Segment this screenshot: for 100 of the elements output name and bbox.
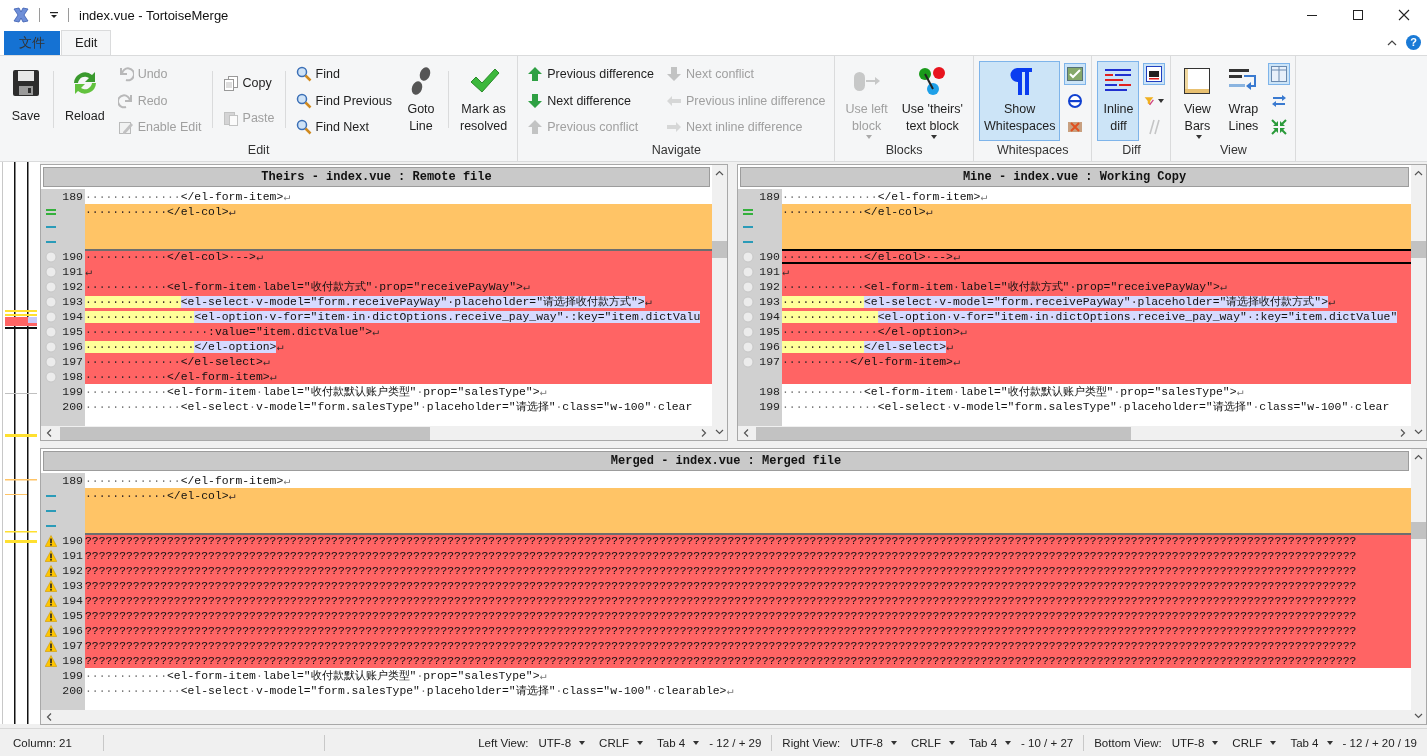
ribbon-button[interactable]: Previous difference [523,63,658,86]
pane-title: Merged - index.vue : Merged file [610,454,842,468]
app-icon[interactable] [12,6,30,24]
column-indicator: Column: 21 [12,736,73,749]
line-number: 194 [61,593,83,608]
tab-size-dropdown[interactable]: Tab 4 [653,736,704,749]
ribbon-button[interactable]: Find Previous [291,89,396,112]
pane-title: Mine - index.vue : Working Copy [962,170,1187,184]
line-number: 192 [61,279,83,294]
ribbon-button[interactable]: Find [291,63,396,86]
line-ending-dropdown[interactable]: CRLF [595,736,648,749]
ribbon-button[interactable]: Save [5,60,47,141]
ribbon-button[interactable]: Use 'theirs' text block [896,60,968,141]
code-line: ?????????????????????????????????????????????????????????????????????????????????????????????????????????????????????????????????????????????????????????????????????????????????????????? [85,534,1357,548]
text-box-icon [1146,66,1163,83]
ribbon-button[interactable]: Show Whitespaces [978,60,1061,141]
line-number: 189 [61,473,83,488]
slash-icon [1146,118,1163,135]
close-icon[interactable] [1398,9,1410,21]
line-number: 192 [758,279,780,294]
circle-minus-icon [1067,92,1084,109]
code-line: ··············</el-form-item>↵ [85,474,291,488]
caret-icon [948,740,955,745]
copy-icon [222,75,239,91]
line-number: 200 [61,683,83,698]
line-ending-dropdown[interactable]: CRLF [906,736,959,749]
caret-icon [1270,740,1277,745]
encoding-dropdown[interactable]: UTF-8 [1167,736,1223,749]
view-label: Left View: [478,736,529,749]
code-line: ··············</el-select>↵ [85,355,270,369]
caret-icon [693,740,700,745]
ribbon-button[interactable]: Mark as resolved [454,60,513,141]
line-ending-dropdown[interactable]: CRLF [1228,736,1281,749]
line-number: 190 [61,249,83,264]
encoding-dropdown[interactable]: UTF-8 [846,736,901,749]
tab-size-dropdown[interactable]: Tab 4 [964,736,1016,749]
code-line: ················<el-option·v-for="item·in·dictOptions.receive_pay_way"·:key="item.dictValu [85,310,701,324]
line-number: 193 [61,578,83,593]
line-number: 198 [61,653,83,668]
caret-icon [1212,740,1219,745]
scrollbar-thumb[interactable] [1411,522,1426,539]
tab-size-dropdown[interactable]: Tab 4 [1286,736,1337,749]
code-line: ?????????????????????????????????????????????????????????????????????????????????????????????????????????????????????????????????????????????????????????????????????????????????????????? [85,639,1357,653]
ribbon-button[interactable]: Inline diff [1097,60,1140,141]
code-line: ··············<el-option·v-for="item·in·dictOptions.receive_pay_way"·:key="item.dictValue" [782,310,1398,324]
ribbon-button[interactable]: Next difference [523,89,658,112]
paste-icon [222,110,239,126]
code-line: ··············<el-select·v-model="form.salesType"·placeholder="请选择"·class="w-100"·clear [85,400,693,414]
code-line: ················</el-option>↵ [85,340,284,354]
scrollbar-thumb[interactable] [756,426,1131,440]
line-number: 189 [61,189,83,204]
code-line: ············<el-form-item·label="收付款方式"·prop="receivePayWay">↵ [782,280,1227,294]
caret-icon [579,740,586,745]
line-number: 194 [61,309,83,324]
caret-icon [890,740,897,745]
help-button[interactable]: ? [1406,35,1421,50]
code-line: ··············<el-select·v-model="form.salesType"·placeholder="请选择"·class="w-100"·clear [782,400,1390,414]
scrollbar-thumb[interactable] [60,426,430,440]
line-number: 196 [61,339,83,354]
code-line: ?????????????????????????????????????????????????????????????????????????????????????????????????????????????????????????????????????????????????????????????????????????????????????????? [85,594,1357,608]
line-number: 197 [61,354,83,369]
caret-icon [637,740,644,745]
ribbon-button[interactable]: Goto Line [399,60,442,141]
line-number: 191 [61,264,83,279]
ribbon-button[interactable] [1143,63,1166,86]
columns-icon [1271,66,1288,83]
change-count: - 10 / + 27 [1021,736,1074,749]
view-label: Bottom View: [1094,736,1162,749]
ribbon-button[interactable]: Reload [60,60,110,141]
line-number: 200 [61,399,83,414]
code-line: ············</el-col>↵ [85,489,236,503]
code-line: ············<el-form-item·label="收付款默认账户类型"·prop="salesType">↵ [782,385,1244,399]
scrollbar-thumb[interactable] [712,241,727,258]
code-line: ············<el-form-item·label="收付款方式"·prop="receivePayWay">↵ [85,280,530,294]
ribbon-button[interactable]: Wrap Lines [1222,60,1265,141]
code-line: ↵ [782,265,789,279]
line-number: 196 [758,339,780,354]
line-number: 199 [61,384,83,399]
group-label: Navigate [650,142,702,159]
maximize-icon[interactable] [1352,9,1364,21]
search-icon [295,66,312,83]
caret-up-icon[interactable] [1387,39,1397,46]
arrow-down-icon [666,66,682,83]
arrow-up-icon [527,118,544,135]
line-number: 199 [758,399,780,414]
collapse-arrows-icon [1271,118,1288,135]
encoding-dropdown[interactable]: UTF-8 [534,736,590,749]
code-line: ············</el-col>↵ [782,205,933,219]
change-count: - 12 / + 20 / 19 [1342,736,1417,749]
code-line: ············</el-col>·-->↵ [85,250,263,264]
ribbon-tab[interactable]: Edit [61,30,112,55]
ribbon-button[interactable]: Find Next [291,115,396,138]
ribbon-button[interactable]: Copy [218,72,279,94]
code-line: ··················:value="item.dictValue">↵ [85,325,379,339]
redo-icon [117,92,134,109]
scrollbar-thumb[interactable] [1411,241,1426,258]
line-number: 191 [758,264,780,279]
ribbon-button[interactable]: View Bars [1176,60,1219,141]
dropdown-icon[interactable] [49,10,59,20]
code-line: ?????????????????????????????????????????????????????????????????????????????????????????????????????????????????????????????????????????????????????????????????????????????????????????? [85,564,1357,578]
